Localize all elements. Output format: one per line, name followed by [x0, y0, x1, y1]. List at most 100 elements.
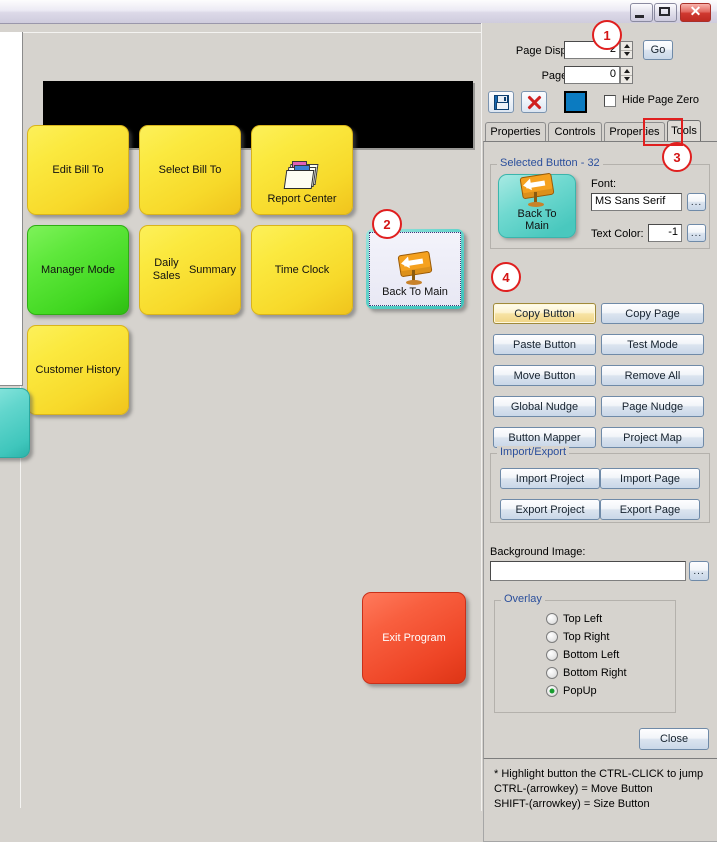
page-zero-input[interactable]: 0: [564, 66, 620, 84]
tool-button-paste-button[interactable]: Paste Button: [493, 334, 596, 355]
tool-button-test-mode[interactable]: Test Mode: [601, 334, 704, 355]
overlay-radio-bottom-left[interactable]: Bottom Left: [546, 649, 619, 661]
font-input[interactable]: MS Sans Serif: [591, 193, 682, 211]
spinner-down-icon[interactable]: [621, 51, 632, 59]
page-zero-spinner[interactable]: [620, 66, 633, 84]
overlay-title: Overlay: [501, 593, 545, 605]
radio-icon[interactable]: [546, 685, 558, 697]
import-export-title: Import/Export: [497, 446, 570, 458]
radio-icon[interactable]: [546, 667, 558, 679]
save-button[interactable]: [488, 91, 514, 113]
tool-button-copy-button[interactable]: Copy Button: [493, 303, 596, 324]
tool-button-remove-all[interactable]: Remove All: [601, 365, 704, 386]
ie-button-import-project[interactable]: Import Project: [500, 468, 600, 489]
canvas-button-label: Customer History: [35, 363, 121, 376]
spinner-up-icon[interactable]: [621, 67, 632, 76]
preview-label-line1: Back To: [517, 208, 557, 220]
hide-page-zero-checkbox[interactable]: [604, 95, 616, 107]
floppy-save-icon: [493, 94, 509, 110]
back-arrow-sign-icon: [395, 250, 435, 286]
overlay-radio-popup[interactable]: PopUp: [546, 685, 597, 697]
close-dialog-button[interactable]: Close: [639, 728, 709, 750]
tool-button-project-map[interactable]: Project Map: [601, 427, 704, 448]
background-image-browse-button[interactable]: ...: [689, 561, 709, 581]
font-label: Font:: [591, 178, 617, 190]
spinner-up-icon[interactable]: [621, 42, 632, 51]
tools-tab-page: Selected Button - 32 Back To Main Font: …: [483, 141, 717, 817]
ie-button-export-project[interactable]: Export Project: [500, 499, 600, 520]
left-white-panel: [0, 32, 23, 386]
selected-button-group-title: Selected Button - 32: [497, 157, 603, 169]
overlay-radio-label: PopUp: [563, 685, 597, 697]
tool-button-global-nudge[interactable]: Global Nudge: [493, 396, 596, 417]
back-arrow-sign-icon: [517, 172, 557, 207]
canvas-edge-button[interactable]: [0, 388, 30, 458]
canvas-button-edit-bill-to[interactable]: Edit Bill To: [27, 125, 129, 215]
help-line-2: CTRL-(arrowkey) = Move Button: [494, 783, 653, 795]
ie-button-export-page[interactable]: Export Page: [600, 499, 700, 520]
overlay-radio-label: Bottom Left: [563, 649, 620, 661]
canvas-button-report-center[interactable]: Report Center: [251, 125, 353, 215]
overlay-radio-label: Top Left: [563, 613, 603, 625]
canvas-button-daily-sales-summary[interactable]: Daily Sales Summary: [139, 225, 241, 315]
tab-properties-1[interactable]: Properties: [485, 122, 546, 141]
radio-icon[interactable]: [546, 613, 558, 625]
canvas-button-label: Exit Program: [382, 631, 446, 644]
canvas-button-label: Report Center: [267, 193, 337, 205]
folder-icon: [283, 161, 319, 189]
canvas-button-exit-program[interactable]: Exit Program: [362, 592, 466, 684]
radio-icon[interactable]: [546, 649, 558, 661]
canvas-button-label: Manager Mode: [41, 263, 115, 276]
canvas-button-label: Back To Main: [382, 286, 448, 298]
spinner-down-icon[interactable]: [621, 76, 632, 84]
tab-controls[interactable]: Controls: [548, 122, 602, 141]
overlay-radio-top-left[interactable]: Top Left: [546, 613, 602, 625]
tool-button-move-button[interactable]: Move Button: [493, 365, 596, 386]
minimize-button[interactable]: [630, 3, 653, 22]
text-color-label: Text Color:: [591, 228, 644, 240]
canvas-button-time-clock[interactable]: Time Clock: [251, 225, 353, 315]
hide-page-zero-label: Hide Page Zero: [622, 94, 700, 106]
canvas-button-label: Summary: [188, 263, 236, 276]
overlay-radio-label: Top Right: [563, 631, 610, 643]
help-line-1: * Highlight button the CTRL-CLICK to jum…: [494, 768, 704, 780]
annotation-marker-4: 4: [491, 262, 521, 292]
annotation-marker-2: 2: [372, 209, 402, 239]
background-image-input[interactable]: [490, 561, 686, 581]
overlay-radio-top-right[interactable]: Top Right: [546, 631, 609, 643]
canvas-button-manager-mode[interactable]: Manager Mode: [27, 225, 129, 315]
canvas-button-label: Edit Bill To: [52, 163, 104, 176]
overlay-radio-label: Bottom Right: [563, 667, 627, 679]
help-line-3: SHIFT-(arrowkey) = Size Button: [494, 798, 650, 810]
delete-button[interactable]: [521, 91, 547, 113]
text-color-input[interactable]: -1: [648, 224, 682, 242]
maximize-button[interactable]: [654, 3, 677, 22]
font-browse-button[interactable]: ...: [687, 193, 706, 211]
canvas-button-label: Time Clock: [274, 263, 330, 276]
color-swatch-button[interactable]: [564, 91, 587, 113]
tool-button-page-nudge[interactable]: Page Nudge: [601, 396, 704, 417]
go-button[interactable]: Go: [643, 40, 673, 60]
tool-button-button-mapper[interactable]: Button Mapper: [493, 427, 596, 448]
overlay-radio-bottom-right[interactable]: Bottom Right: [546, 667, 627, 679]
canvas-button-label: Daily Sales: [152, 257, 181, 282]
red-x-delete-icon: [526, 94, 542, 110]
canvas-button-select-bill-to[interactable]: Select Bill To: [139, 125, 241, 215]
background-image-label: Background Image:: [490, 546, 586, 558]
selected-button-preview[interactable]: Back To Main: [498, 172, 576, 238]
radio-icon[interactable]: [546, 631, 558, 643]
annotation-marker-3: 3: [662, 142, 692, 172]
close-window-button[interactable]: ✕: [680, 3, 711, 22]
help-text-box: * Highlight button the CTRL-CLICK to jum…: [483, 758, 717, 842]
text-color-browse-button[interactable]: ...: [687, 224, 706, 242]
canvas-button-label: Select Bill To: [158, 163, 222, 176]
annotation-highlight-rect: [643, 118, 683, 146]
annotation-marker-1: 1: [592, 20, 622, 50]
page-displayed-spinner[interactable]: [620, 41, 633, 59]
canvas-button-customer-history[interactable]: Customer History: [27, 325, 129, 415]
preview-label-line2: Main: [525, 220, 549, 232]
tool-button-copy-page[interactable]: Copy Page: [601, 303, 704, 324]
canvas-button-back-to-main[interactable]: Back To Main: [366, 229, 464, 309]
ie-button-import-page[interactable]: Import Page: [600, 468, 700, 489]
close-icon: ✕: [689, 3, 702, 19]
